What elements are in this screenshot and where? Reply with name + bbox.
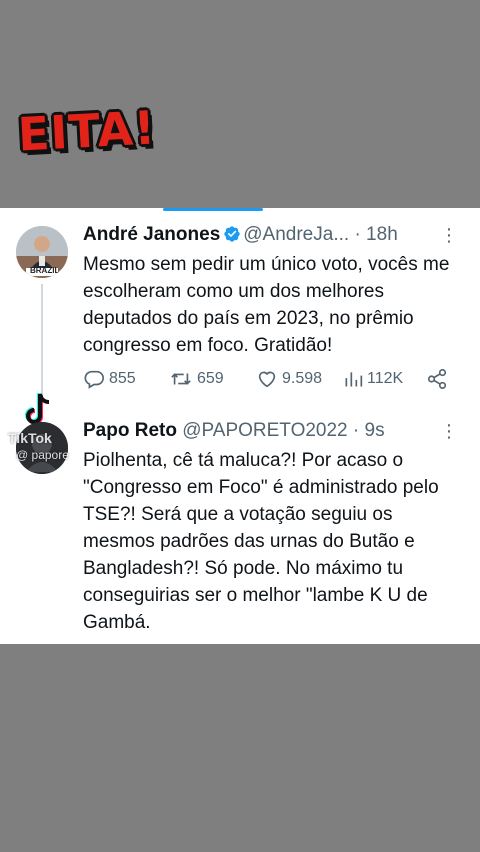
eita-sticker: EITA! — [16, 100, 158, 162]
like-icon — [258, 371, 276, 388]
tweet-time[interactable]: · 9s — [353, 420, 385, 441]
more-icon[interactable]: ⋮ — [440, 222, 458, 248]
share-icon — [427, 369, 447, 389]
tweet-text: Mesmo sem pedir um único voto, vocês me … — [83, 254, 450, 356]
more-icon[interactable]: ⋮ — [440, 418, 458, 444]
retweet-button[interactable]: 659 — [169, 368, 224, 390]
views-count: 112K — [367, 370, 404, 387]
share-button[interactable] — [426, 368, 448, 390]
author-handle[interactable]: @PAPORETO2022 — [182, 420, 347, 441]
tweet-2-header: Papo Reto @PAPORETO2022 · 9s ⋮ — [83, 418, 468, 444]
reply-icon — [84, 370, 104, 389]
author-name[interactable]: André Janones — [83, 224, 220, 245]
tweet-2[interactable]: Papo Reto @PAPORETO2022 · 9s ⋮ Piolhenta… — [83, 418, 468, 636]
tweet-time[interactable]: · 18h — [354, 224, 397, 245]
top-indicator — [163, 208, 263, 211]
tweet-1-actions: 855 659 9.598 112K — [83, 368, 453, 396]
reply-button[interactable]: 855 — [83, 368, 136, 390]
tweet-text: Piolhenta, cê tá maluca?! Por acaso o "C… — [83, 450, 439, 633]
like-count: 9.598 — [282, 370, 323, 387]
verified-badge-icon — [223, 225, 241, 251]
video-bottom-area — [0, 644, 480, 852]
reply-count: 855 — [109, 370, 136, 387]
tiktok-user-watermark: @ papore — [16, 448, 69, 462]
tiktok-watermark: TikTok — [8, 430, 52, 446]
avatar-caption: BRAZIL — [30, 266, 60, 275]
avatar-andre-janones[interactable]: BRAZIL — [16, 226, 68, 278]
views-icon — [345, 372, 363, 387]
tweet-1-header: André Janones @AndreJa... · 18h ⋮ — [83, 222, 468, 248]
author-handle[interactable]: @AndreJa... — [243, 224, 349, 245]
retweet-count: 659 — [197, 370, 224, 387]
retweet-icon — [171, 373, 191, 385]
tweet-1[interactable]: André Janones @AndreJa... · 18h ⋮ Mesmo s… — [83, 222, 468, 359]
author-name[interactable]: Papo Reto — [83, 420, 177, 441]
views-button[interactable]: 112K — [343, 368, 403, 390]
tweet-card: BRAZIL André Janones @AndreJa... · 18h ⋮ … — [0, 208, 480, 644]
like-button[interactable]: 9.598 — [256, 368, 322, 390]
